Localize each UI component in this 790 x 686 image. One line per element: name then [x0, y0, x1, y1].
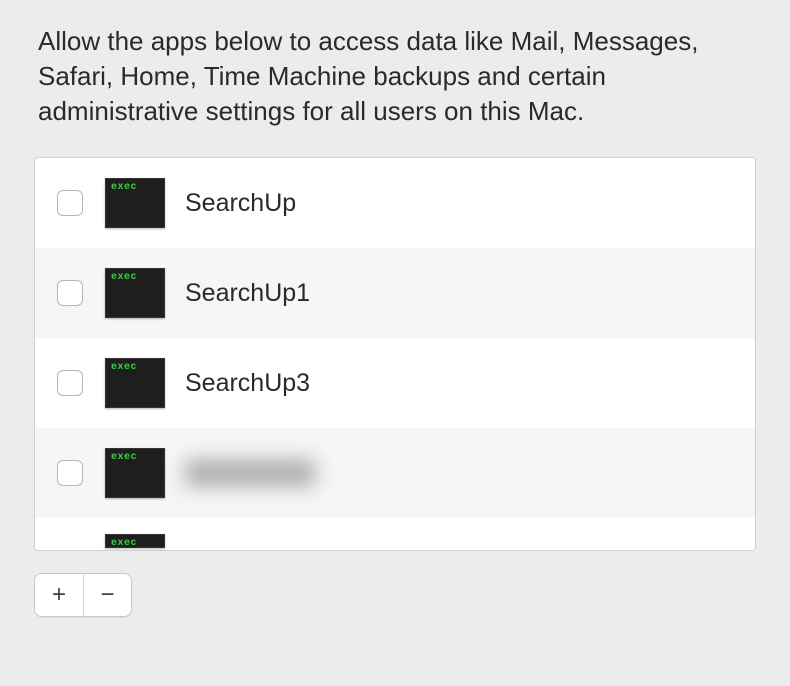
exec-icon-label: exec [111, 452, 137, 463]
app-checkbox[interactable] [57, 190, 83, 216]
app-checkbox[interactable] [57, 370, 83, 396]
app-row[interactable]: exec SearchUp3 [35, 338, 755, 428]
exec-icon: exec [105, 178, 165, 228]
exec-icon: exec [105, 268, 165, 318]
exec-icon: exec [105, 534, 165, 548]
app-checkbox[interactable] [57, 460, 83, 486]
app-name-label-redacted [185, 460, 315, 486]
exec-icon-label: exec [111, 182, 137, 193]
app-name-label: SearchUp1 [185, 279, 310, 308]
permissions-description: Allow the apps below to access data like… [34, 24, 756, 129]
add-button[interactable]: + [35, 574, 83, 616]
app-row[interactable]: exec SearchUp1 [35, 248, 755, 338]
exec-icon-label: exec [111, 538, 137, 548]
exec-icon: exec [105, 358, 165, 408]
app-checkbox[interactable] [57, 280, 83, 306]
app-row[interactable]: exec [35, 518, 755, 548]
add-remove-group: + − [34, 573, 132, 617]
app-row[interactable]: exec [35, 428, 755, 518]
remove-button[interactable]: − [83, 574, 131, 616]
exec-icon-label: exec [111, 362, 137, 373]
app-name-label: SearchUp [185, 189, 296, 218]
app-row[interactable]: exec SearchUp [35, 158, 755, 248]
list-toolbar: + − [34, 573, 756, 617]
app-name-label: SearchUp3 [185, 369, 310, 398]
exec-icon: exec [105, 448, 165, 498]
exec-icon-label: exec [111, 272, 137, 283]
app-list: exec SearchUp exec SearchUp1 exec Search… [34, 157, 756, 551]
